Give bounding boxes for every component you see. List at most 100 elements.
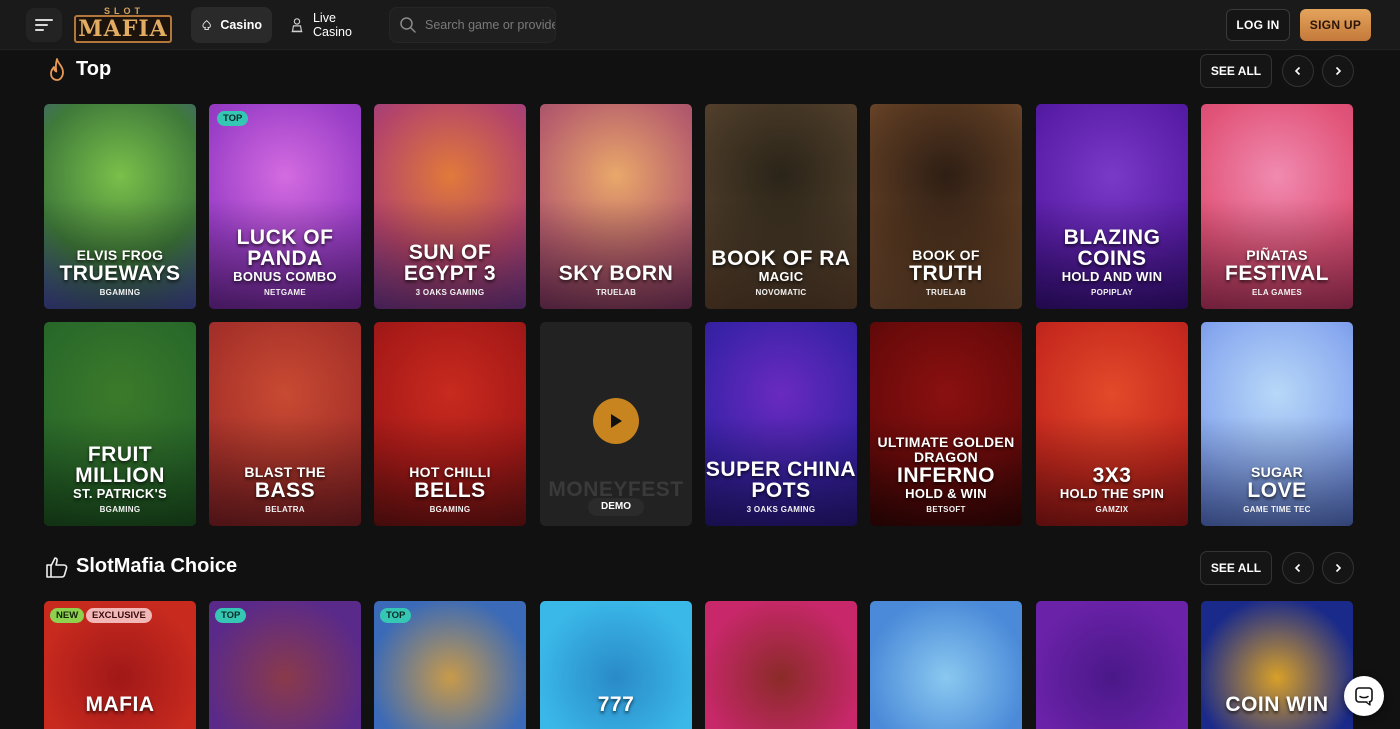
game-tile[interactable]: TOP LUCK OF PANDA BONUS COMBO NETGAME bbox=[209, 104, 361, 309]
dealer-icon bbox=[291, 18, 303, 33]
game-title-top: ULTIMATE GOLDEN DRAGON bbox=[877, 434, 1015, 465]
game-provider: GAMZIX bbox=[1095, 505, 1129, 514]
tab-live-casino[interactable]: Live Casino bbox=[279, 7, 381, 43]
top-badge: TOP bbox=[217, 111, 249, 126]
game-artwork bbox=[705, 601, 857, 729]
game-title-top: BLAST THE bbox=[244, 464, 326, 480]
game-provider: TRUELAB bbox=[595, 288, 637, 297]
game-title-block: BLAST THE BASS BELATRA bbox=[209, 464, 361, 515]
game-tile[interactable]: NEW EXCLUSIVE MAFIA bbox=[44, 601, 196, 729]
game-title: SKY BORN bbox=[558, 262, 674, 285]
search-icon bbox=[400, 17, 416, 33]
game-tile[interactable]: SKY BORN TRUELAB bbox=[540, 104, 692, 309]
signup-button[interactable]: SIGN UP bbox=[1300, 9, 1371, 41]
search-input[interactable] bbox=[425, 18, 555, 32]
demo-label[interactable]: DEMO bbox=[588, 498, 644, 516]
menu-button[interactable] bbox=[26, 8, 62, 42]
game-title: SUN OF EGYPT 3 bbox=[403, 241, 497, 285]
game-tile[interactable]: HOT CHILLI BELLS BGAMING bbox=[374, 322, 526, 526]
game-title-block: FRUIT MILLION ST. PATRICK'S BGAMING bbox=[44, 444, 196, 514]
tab-casino-label: Casino bbox=[220, 18, 262, 32]
top-bar: SLOT MAFIA Casino Live Casino LOG IN SIG… bbox=[0, 0, 1400, 50]
game-tile[interactable]: MONEYFEST DEMO bbox=[540, 322, 692, 526]
game-title-block: 3X3 HOLD THE SPIN GAMZIX bbox=[1036, 465, 1188, 514]
tab-casino[interactable]: Casino bbox=[191, 7, 272, 43]
game-tile[interactable]: ELVIS FROG TRUEWAYS BGAMING bbox=[44, 104, 196, 309]
prev-choice-button[interactable] bbox=[1282, 552, 1314, 584]
game-subtitle: ST. PATRICK'S bbox=[73, 486, 167, 501]
game-tile[interactable]: TOP bbox=[209, 601, 361, 729]
game-title: BOOK OF RA bbox=[711, 247, 851, 270]
chat-icon bbox=[1355, 687, 1373, 706]
game-tile[interactable]: ULTIMATE GOLDEN DRAGON INFERNO HOLD & WIN B… bbox=[870, 322, 1022, 526]
game-tile[interactable] bbox=[1036, 601, 1188, 729]
logo-main-text: MAFIA bbox=[74, 15, 172, 43]
game-title-block: PIÑATAS FESTIVAL ELA GAMES bbox=[1201, 248, 1353, 298]
game-tile[interactable]: 777 bbox=[540, 601, 692, 729]
game-tile[interactable]: SUGAR LOVE GAME TIME TEC bbox=[1201, 322, 1353, 526]
chevron-left-icon bbox=[1294, 66, 1301, 76]
game-provider: NOVOMATIC bbox=[755, 288, 807, 297]
top-badge: TOP bbox=[380, 608, 412, 623]
game-title-block: ULTIMATE GOLDEN DRAGON INFERNO HOLD & WIN B… bbox=[870, 434, 1022, 515]
game-provider: 3 OAKS GAMING bbox=[415, 288, 485, 297]
game-tile[interactable] bbox=[705, 601, 857, 729]
section-top-title: Top bbox=[76, 58, 112, 80]
game-provider: GAME TIME TEC bbox=[1243, 505, 1311, 514]
slotmafia-logo[interactable]: SLOT MAFIA bbox=[74, 6, 174, 44]
play-button[interactable] bbox=[593, 398, 639, 444]
game-tile[interactable]: SUN OF EGYPT 3 3 OAKS GAMING bbox=[374, 104, 526, 309]
game-title: INFERNO bbox=[897, 464, 995, 487]
game-title-block: BOOK OF TRUTH TRUELAB bbox=[870, 247, 1022, 298]
game-title: BLAZING COINS bbox=[1063, 226, 1161, 270]
game-tile[interactable] bbox=[870, 601, 1022, 729]
game-tile[interactable]: BLAZING COINS HOLD AND WIN POPIPLAY bbox=[1036, 104, 1188, 309]
game-tile[interactable]: FRUIT MILLION ST. PATRICK'S BGAMING bbox=[44, 322, 196, 526]
game-title: MAFIA bbox=[85, 693, 155, 716]
game-provider: TRUELAB bbox=[925, 288, 967, 297]
thumbs-up-icon bbox=[46, 557, 68, 578]
game-title-block: SKY BORN TRUELAB bbox=[540, 263, 692, 297]
flame-icon bbox=[50, 58, 64, 81]
new-badge: NEW bbox=[50, 608, 85, 623]
chevron-left-icon bbox=[1294, 563, 1301, 573]
section-choice-title: SlotMafia Choice bbox=[76, 555, 238, 577]
prev-top-button[interactable] bbox=[1282, 55, 1314, 87]
game-provider: POPIPLAY bbox=[1090, 288, 1134, 297]
game-title-top: ELVIS FROG bbox=[76, 247, 164, 263]
game-title: LOVE bbox=[1247, 479, 1307, 502]
game-artwork bbox=[1036, 601, 1188, 729]
game-tile[interactable]: BOOK OF RA MAGIC NOVOMATIC bbox=[705, 104, 857, 309]
game-provider: BGAMING bbox=[429, 505, 471, 514]
game-title-block: HOT CHILLI BELLS BGAMING bbox=[374, 465, 526, 515]
next-top-button[interactable] bbox=[1322, 55, 1354, 87]
game-title: FRUIT MILLION bbox=[75, 443, 165, 487]
login-button[interactable]: LOG IN bbox=[1226, 9, 1290, 41]
game-title-block: MAFIA bbox=[44, 694, 196, 715]
search-box[interactable] bbox=[389, 7, 556, 43]
game-subtitle: BONUS COMBO bbox=[233, 269, 337, 284]
game-subtitle: MAGIC bbox=[758, 269, 804, 284]
game-tile[interactable]: SUPER CHINA POTS 3 OAKS GAMING bbox=[705, 322, 857, 526]
game-tile[interactable]: COIN WIN bbox=[1201, 601, 1353, 729]
see-all-top-button[interactable]: SEE ALL bbox=[1200, 54, 1272, 88]
next-choice-button[interactable] bbox=[1322, 552, 1354, 584]
game-artwork bbox=[870, 601, 1022, 729]
game-title: BASS bbox=[254, 479, 316, 502]
game-provider: BELATRA bbox=[265, 505, 305, 514]
chat-button[interactable] bbox=[1344, 676, 1384, 716]
game-title: TRUEWAYS bbox=[59, 262, 181, 285]
game-tile[interactable]: BOOK OF TRUTH TRUELAB bbox=[870, 104, 1022, 309]
game-title-block: 777 bbox=[540, 694, 692, 715]
game-provider: ELA GAMES bbox=[1252, 288, 1302, 297]
game-tile[interactable]: 3X3 HOLD THE SPIN GAMZIX bbox=[1036, 322, 1188, 526]
game-title-block: BLAZING COINS HOLD AND WIN POPIPLAY bbox=[1036, 227, 1188, 297]
game-provider: BGAMING bbox=[99, 288, 141, 297]
game-tile[interactable]: BLAST THE BASS BELATRA bbox=[209, 322, 361, 526]
game-tile[interactable]: PIÑATAS FESTIVAL ELA GAMES bbox=[1201, 104, 1353, 309]
see-all-choice-button[interactable]: SEE ALL bbox=[1200, 551, 1272, 585]
top-badge: TOP bbox=[215, 608, 247, 623]
game-tile[interactable]: TOP bbox=[374, 601, 526, 729]
game-subtitle: HOLD & WIN bbox=[905, 486, 987, 501]
game-title-top: BOOK OF bbox=[912, 247, 980, 263]
